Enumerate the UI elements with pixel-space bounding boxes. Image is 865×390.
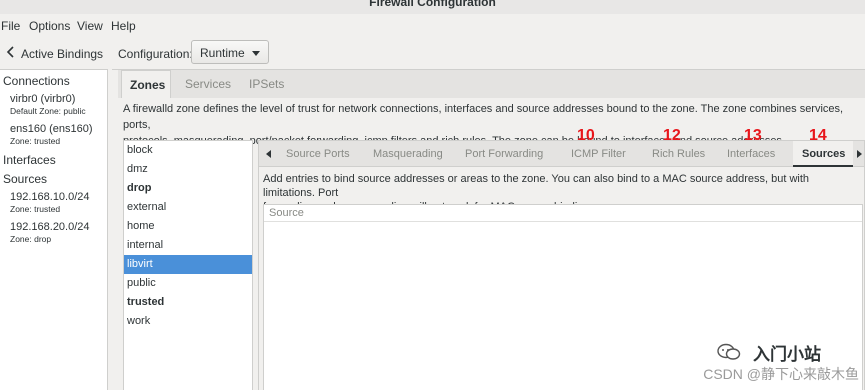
menu-options[interactable]: Options [29, 19, 70, 33]
active-bindings-panel: Connections virbr0 (virbr0) Default Zone… [0, 69, 108, 390]
zone-item-external[interactable]: external [124, 198, 252, 217]
interfaces-header: Interfaces [3, 153, 56, 167]
sources-description-line: Add entries to bind source addresses or … [263, 173, 810, 199]
watermark-text: CSDN @静下心来敲木鱼 [703, 366, 859, 382]
zone-item-internal[interactable]: internal [124, 236, 252, 255]
top-tabs: Zones Services IPSets [118, 70, 865, 98]
connection-name: ens160 (ens160) [10, 123, 93, 135]
menu-help[interactable]: Help [111, 19, 136, 33]
configuration-value: Runtime [200, 46, 245, 60]
zone-item-dmz[interactable]: dmz [124, 160, 252, 179]
zone-item-home[interactable]: home [124, 217, 252, 236]
source-binding-item[interactable]: 192.168.10.0/24 Zone: trusted [10, 191, 90, 214]
watermark-logo: 入门小站 [753, 345, 821, 365]
annotation-number: 10 [577, 127, 595, 144]
connection-zone: Zone: trusted [10, 136, 61, 146]
tab-source-ports[interactable]: Source Ports [286, 141, 350, 167]
zone-list: block dmz drop external home internal li… [123, 140, 253, 390]
zone-sub-tabs: Source Ports Masquerading Port Forwardin… [259, 141, 864, 167]
wechat-icon [717, 343, 741, 360]
annotation-number: 12 [663, 127, 681, 144]
tabs-scroll-right-button[interactable] [851, 141, 865, 167]
tab-masquerading[interactable]: Masquerading [373, 141, 443, 167]
sources-header: Sources [3, 172, 48, 186]
arrow-right-icon [857, 150, 862, 158]
tab-services[interactable]: Services [185, 70, 231, 98]
source-binding-zone: Zone: trusted [10, 204, 61, 214]
tab-port-forwarding[interactable]: Port Forwarding [465, 141, 543, 167]
configuration-label: Configuration: [118, 47, 193, 61]
tabs-scroll-left-button[interactable] [261, 141, 277, 167]
window-titlebar: Firewall Configuration [0, 0, 865, 14]
dropdown-caret-icon [252, 51, 260, 56]
arrow-left-icon [266, 150, 271, 158]
active-bindings-toggle[interactable]: Active Bindings [0, 38, 110, 69]
window-title: Firewall Configuration [369, 0, 496, 9]
source-binding-name: 192.168.10.0/24 [10, 191, 90, 203]
active-bindings-label: Active Bindings [21, 47, 104, 61]
annotation-number: 13 [744, 127, 762, 144]
source-binding-name: 192.168.20.0/24 [10, 221, 90, 233]
zone-item-trusted[interactable]: trusted [124, 293, 252, 312]
zone-item-drop[interactable]: drop [124, 179, 252, 198]
zone-item-block[interactable]: block [124, 141, 252, 160]
configuration-bar: Configuration: Runtime [112, 38, 865, 69]
connections-header: Connections [3, 74, 70, 88]
zone-item-libvirt[interactable]: libvirt [124, 255, 252, 274]
chevron-left-icon [6, 46, 14, 58]
zone-item-work[interactable]: work [124, 312, 252, 331]
source-binding-zone: Zone: drop [10, 234, 52, 244]
source-column-header[interactable]: Source [264, 205, 862, 222]
annotation-number: 14 [809, 127, 827, 144]
menubar: File Options View Help [0, 14, 865, 38]
configuration-dropdown[interactable]: Runtime [191, 40, 269, 64]
source-binding-item[interactable]: 192.168.20.0/24 Zone: drop [10, 221, 90, 244]
tab-ipsets[interactable]: IPSets [249, 70, 284, 98]
connection-item[interactable]: ens160 (ens160) Zone: trusted [10, 123, 93, 146]
connection-zone: Default Zone: public [10, 106, 86, 116]
connection-name: virbr0 (virbr0) [10, 93, 76, 105]
zone-item-public[interactable]: public [124, 274, 252, 293]
connection-item[interactable]: virbr0 (virbr0) Default Zone: public [10, 93, 86, 116]
menu-file[interactable]: File [1, 19, 20, 33]
menu-view[interactable]: View [77, 19, 103, 33]
tab-zones[interactable]: Zones [121, 70, 171, 98]
